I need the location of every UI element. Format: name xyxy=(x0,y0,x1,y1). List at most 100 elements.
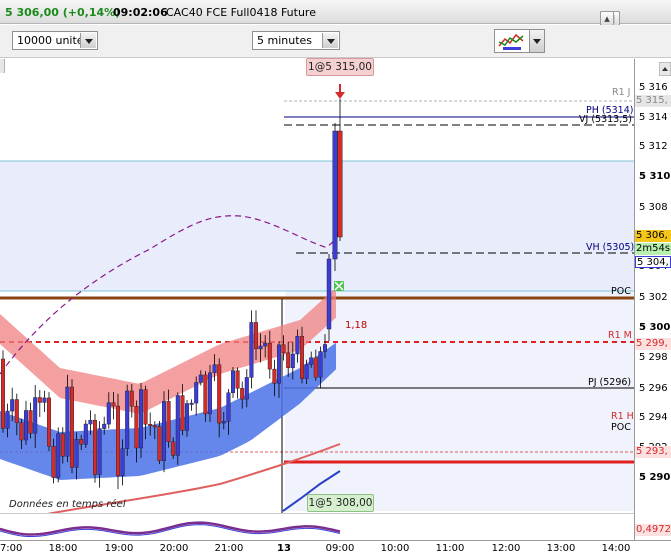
clock: 09:02:06 xyxy=(113,6,168,19)
candle-body xyxy=(189,402,194,405)
candle-body xyxy=(258,345,263,350)
bullish-candle xyxy=(175,392,180,465)
candle-body xyxy=(212,364,217,373)
close-icon[interactable]: ▴ xyxy=(600,11,614,26)
candle-body xyxy=(120,448,125,477)
price-tick: 5 298 xyxy=(639,352,668,363)
candle-body xyxy=(309,357,314,365)
bearish-candle xyxy=(28,402,33,439)
oscillator-panel[interactable] xyxy=(0,513,634,540)
candle-body xyxy=(203,374,208,415)
timeframe-value: 5 minutes xyxy=(257,34,313,47)
chart-toolbar: 10000 unités 5 minutes xyxy=(0,25,671,76)
vj-label: VJ (5313,5) xyxy=(579,114,632,125)
candle-body xyxy=(221,421,226,424)
price-tick: 5 300 xyxy=(639,322,671,333)
time-tick: 14:00 xyxy=(601,543,631,554)
candle-body xyxy=(198,374,203,383)
candle-body xyxy=(337,130,343,238)
time-tick: 17:00 xyxy=(0,543,23,554)
candle-body xyxy=(47,397,52,447)
candle-body xyxy=(313,357,318,378)
candle-body xyxy=(253,322,258,350)
price-axis[interactable]: 5 316 5 314 5 312 5 310 5 308 5 304 5 30… xyxy=(634,59,671,540)
r1-m-label: R1 M xyxy=(608,330,632,341)
time-tick: 12:00 xyxy=(491,543,521,554)
candle-body xyxy=(286,352,291,368)
candle-body xyxy=(267,342,272,370)
bearish-candle xyxy=(37,390,42,417)
bullish-candle xyxy=(194,376,199,416)
order-label-bottom[interactable]: 1@5 308,00 xyxy=(307,494,374,512)
timeframe-select[interactable]: 5 minutes xyxy=(252,31,340,50)
indicators-button[interactable] xyxy=(494,29,530,53)
bullish-candle xyxy=(138,382,143,459)
price-tick: 5 308 xyxy=(639,202,668,213)
bullish-candle xyxy=(83,420,88,448)
time-tick: 11:00 xyxy=(435,543,465,554)
order-label-top[interactable]: 1@5 315,00 xyxy=(306,58,374,76)
candle-body xyxy=(263,342,268,347)
quantity-value: 10000 unités xyxy=(17,34,90,47)
time-axis[interactable]: 17:00 18:00 19:00 20:00 21:00 13 09:00 1… xyxy=(0,540,671,555)
candle-body xyxy=(300,336,305,379)
bullish-candle xyxy=(249,310,254,389)
candle-body xyxy=(304,364,309,379)
oscillator-badge: 0,4972 xyxy=(635,524,671,536)
time-tick: 18:00 xyxy=(48,543,78,554)
candle-body xyxy=(88,420,93,425)
cross-marker-icon xyxy=(334,281,344,291)
r1-j-badge: 5 315, xyxy=(635,95,671,107)
time-tick: 19:00 xyxy=(104,543,134,554)
candle-body xyxy=(125,390,130,449)
candle-body xyxy=(19,422,24,441)
instrument-name: CAC40 FCE Full0418 Future xyxy=(166,6,316,19)
quantity-select[interactable]: 10000 unités xyxy=(12,31,98,50)
candle-body xyxy=(217,364,222,424)
countdown-badge: 2m54s xyxy=(635,243,671,255)
bullish-candle xyxy=(326,254,332,341)
price-tick: 5 302 xyxy=(639,292,668,303)
bullish-candle xyxy=(24,400,29,445)
time-tick: 09:00 xyxy=(325,543,355,554)
candle-body xyxy=(240,388,245,400)
candle-body xyxy=(226,392,231,422)
candle-body xyxy=(65,386,70,457)
candle-body xyxy=(152,425,157,428)
candle-body xyxy=(326,258,332,330)
candle-body xyxy=(60,433,65,457)
bullish-candle xyxy=(65,374,70,463)
candle-body xyxy=(1,358,5,429)
r1-j-label: R1 J xyxy=(612,87,631,98)
candle-body xyxy=(323,344,328,352)
bearish-candle xyxy=(235,367,240,399)
candle-body xyxy=(134,406,139,449)
candle-body xyxy=(115,405,120,477)
candle-body xyxy=(290,353,295,368)
poc-top-label: POC xyxy=(611,286,631,297)
percent-label: 1,18 xyxy=(345,320,368,331)
bullish-candle xyxy=(161,391,166,473)
bullish-candle xyxy=(125,384,130,457)
value-area-upper xyxy=(0,161,634,291)
candle-body xyxy=(102,423,107,429)
candle-body xyxy=(277,344,282,384)
bearish-candle xyxy=(337,99,343,241)
candle-body xyxy=(143,389,148,425)
candle-body xyxy=(180,395,185,431)
candle-body xyxy=(14,399,19,423)
candle-body xyxy=(111,402,116,407)
candle-body xyxy=(97,428,102,475)
price-chart[interactable] xyxy=(0,59,634,513)
candle-body xyxy=(74,439,79,468)
chevron-down-icon[interactable] xyxy=(322,33,338,48)
indicators-dropdown[interactable] xyxy=(530,29,545,53)
candle-body xyxy=(157,426,162,461)
chevron-down-icon[interactable] xyxy=(80,33,96,48)
candle-body xyxy=(106,402,111,425)
time-tick: 10:00 xyxy=(380,543,410,554)
time-tick: 13 xyxy=(277,543,291,554)
candle-body xyxy=(129,390,134,407)
indicators-icon xyxy=(497,32,527,50)
candle-body xyxy=(318,351,323,378)
